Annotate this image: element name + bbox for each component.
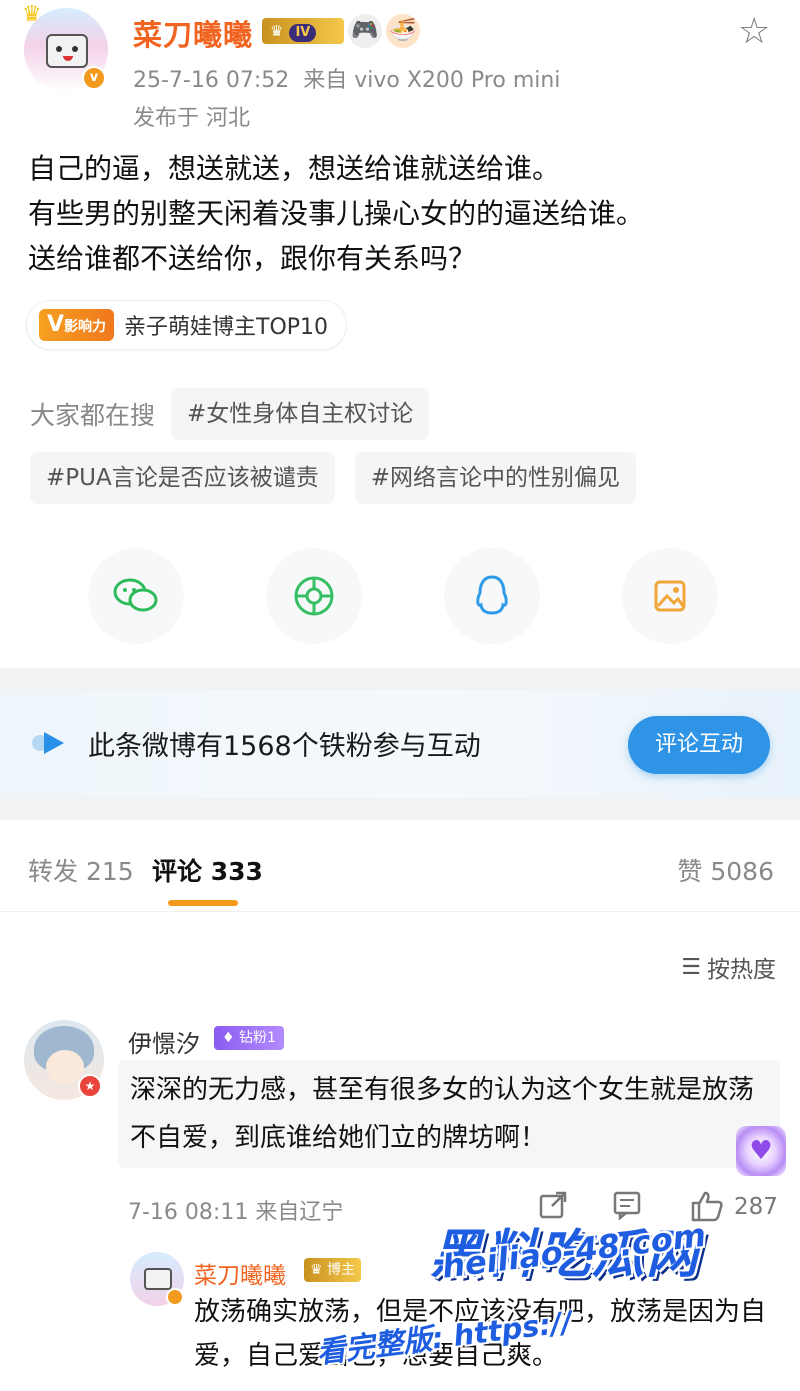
sort-label: 按热度 xyxy=(707,957,776,983)
post-line: 自己的逼，想送就送，想送给谁就送给谁。 xyxy=(28,152,561,185)
verified-v-icon: v xyxy=(82,66,106,90)
qq-icon[interactable] xyxy=(444,548,540,644)
sort-toggle[interactable]: ☰ 按热度 xyxy=(681,950,776,984)
comment-meta: 7-16 08:11 来自辽宁 xyxy=(128,1200,344,1225)
hot-search-row: 大家都在搜 #女性身体自主权讨论 xyxy=(30,388,430,440)
influence-v-badge: V影响力 xyxy=(39,309,115,341)
post-line: 有些男的别整天闲着没事儿操心女的的逼送给谁。 xyxy=(28,197,645,230)
noodle-bowl-icon[interactable]: 🍜 xyxy=(386,14,420,48)
post-meta: 25-7-16 07:52 来自 vivo X200 Pro mini xyxy=(133,62,574,94)
diamond-fan-label: 钻粉1 xyxy=(239,1030,276,1046)
level-number: IV xyxy=(289,24,317,42)
wechat-icon[interactable] xyxy=(88,548,184,644)
comment-interact-button[interactable]: 评论互动 xyxy=(628,716,770,774)
avatar-face xyxy=(144,1268,172,1290)
gamepad-icon[interactable]: 🎮 xyxy=(348,14,382,48)
hot-search-row-2: #PUA言论是否应该被谴责 #网络言论中的性别偏见 xyxy=(30,452,636,504)
author-badge-label: 博主 xyxy=(327,1262,356,1278)
crown-icon: ♛ xyxy=(270,22,284,40)
author-badge: ♛ 博主 xyxy=(304,1258,362,1282)
favorite-star-icon[interactable]: ☆ xyxy=(738,14,770,50)
active-tab-indicator xyxy=(168,900,238,906)
tab-repost[interactable]: 转发 215 xyxy=(28,852,134,888)
avatar-face xyxy=(46,1050,84,1084)
tab-comments[interactable]: 评论 333 xyxy=(152,852,263,888)
author-avatar[interactable]: ♛ v xyxy=(22,2,108,92)
comment-body: 深深的无力感，甚至有很多女的认为这个女生就是放荡不自爱，到底谁给她们立的牌坊啊！ xyxy=(118,1060,780,1168)
avatar-face xyxy=(46,34,88,68)
reply-author-name[interactable]: 菜刀曦曦 xyxy=(194,1256,286,1290)
post-timestamp: 25-7-16 07:52 xyxy=(133,68,290,93)
post-source: 来自 vivo X200 Pro mini xyxy=(303,68,561,93)
diamond-fan-badge[interactable]: ♦ 钻粉1 xyxy=(214,1026,284,1050)
level-badge[interactable]: ♛ IV xyxy=(262,18,344,44)
author-name[interactable]: 菜刀曦曦 xyxy=(133,12,253,54)
sort-icon: ☰ xyxy=(681,954,701,980)
album-icon[interactable] xyxy=(622,548,718,644)
heart-gem-icon: ♥ xyxy=(736,1126,786,1176)
hot-search-label: 大家都在搜 xyxy=(30,401,156,430)
post-line: 送给谁都不送给你，跟你有关系吗？ xyxy=(28,242,477,275)
comment-like-count: 287 xyxy=(734,1194,778,1220)
post-header: ♛ v 菜刀曦曦 ♛ IV 🎮 🍜 ☆ 25-7-16 07:52 来自 vivo … xyxy=(0,0,800,135)
commenter-name[interactable]: 伊憬汐 xyxy=(128,1024,200,1059)
play-arrow-icon xyxy=(32,732,68,754)
hot-search-tag[interactable]: #PUA言论是否应该被谴责 xyxy=(30,452,335,504)
verified-v-icon xyxy=(166,1288,184,1306)
section-divider xyxy=(0,668,800,690)
fans-interaction-banner: 此条微博有1568个铁粉参与互动 评论互动 xyxy=(0,690,800,798)
section-divider xyxy=(0,798,800,820)
post-tabs: 转发 215 评论 333 赞 5086 xyxy=(0,820,800,912)
fans-interaction-text: 此条微博有1568个铁粉参与互动 xyxy=(88,731,481,762)
influence-tag[interactable]: V影响力 亲子萌娃博主TOP10 xyxy=(26,300,348,350)
crown-icon: ♛ xyxy=(22,2,42,27)
post-body: 自己的逼，想送就送，想送给谁就送给谁。 有些男的别整天闲着没事儿操心女的的逼送给… xyxy=(28,146,778,281)
influence-label: 影响力 xyxy=(64,319,107,335)
hot-search-tag[interactable]: #女性身体自主权讨论 xyxy=(171,388,430,440)
share-row xyxy=(88,548,718,644)
influence-text: 亲子萌娃博主TOP10 xyxy=(124,315,329,340)
tab-likes[interactable]: 赞 5086 xyxy=(677,852,774,888)
post-location: 发布于 河北 xyxy=(133,106,250,131)
hot-search-tag[interactable]: #网络言论中的性别偏见 xyxy=(354,452,636,504)
commenter-badge-icon: ★ xyxy=(78,1074,102,1098)
moments-icon[interactable] xyxy=(266,548,362,644)
